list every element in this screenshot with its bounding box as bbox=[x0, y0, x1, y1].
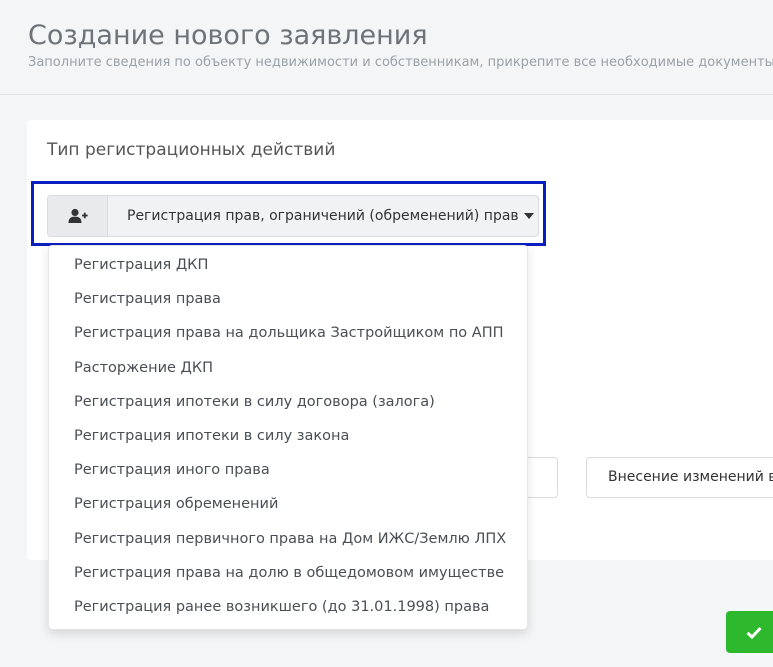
page-title: Создание нового заявления bbox=[28, 20, 428, 51]
amend-button[interactable]: Внесение изменений в bbox=[586, 457, 773, 498]
page-header: Создание нового заявления Заполните свед… bbox=[0, 0, 773, 95]
dropdown-item[interactable]: Регистрация ранее возникшего (до 31.01.1… bbox=[49, 590, 527, 624]
section-title: Тип регистрационных действий bbox=[47, 140, 336, 160]
dropdown-item[interactable]: Регистрация первичного права на Дом ИЖС/… bbox=[49, 522, 527, 556]
registration-type-select[interactable]: Регистрация прав, ограничений (обременен… bbox=[47, 195, 539, 237]
user-plus-icon bbox=[48, 196, 108, 236]
dropdown-item[interactable]: Регистрация обременений bbox=[49, 487, 527, 521]
check-icon bbox=[746, 626, 762, 639]
dropdown-item[interactable]: Регистрация права на дольщика Застройщик… bbox=[49, 316, 527, 350]
dropdown-item[interactable]: Регистрация ипотеки в силу закона bbox=[49, 419, 527, 453]
dropdown-item[interactable]: Регистрация ДКП bbox=[49, 248, 527, 282]
dropdown-menu: Регистрация ДКП Регистрация права Регист… bbox=[48, 245, 528, 630]
confirm-button[interactable] bbox=[726, 611, 773, 653]
select-selected-label: Регистрация прав, ограничений (обременен… bbox=[127, 208, 519, 224]
caret-down-icon bbox=[523, 213, 534, 219]
dropdown-item[interactable]: Расторжение ДКП bbox=[49, 351, 527, 385]
dropdown-item[interactable]: Регистрация права bbox=[49, 282, 527, 316]
dropdown-item[interactable]: Регистрация иного права bbox=[49, 453, 527, 487]
dropdown-item[interactable]: Регистрация права на долю в общедомовом … bbox=[49, 556, 527, 590]
dropdown-item[interactable]: Регистрация ипотеки в силу договора (зал… bbox=[49, 385, 527, 419]
page-subtitle: Заполните сведения по объекту недвижимос… bbox=[28, 55, 773, 70]
